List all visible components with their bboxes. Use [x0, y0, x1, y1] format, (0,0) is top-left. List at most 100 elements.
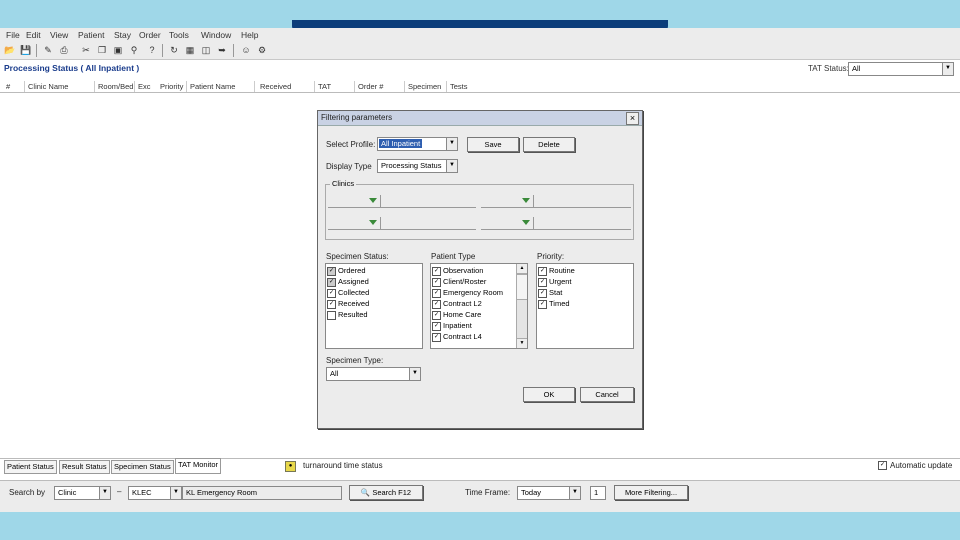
print-icon[interactable]: ⎙ [58, 44, 70, 56]
cut-icon[interactable]: ✂ [80, 44, 92, 56]
copy-icon[interactable]: ❐ [96, 44, 108, 56]
menu-patient[interactable]: Patient [78, 30, 104, 40]
list-item[interactable]: ✓ Home Care [432, 310, 481, 321]
checkbox[interactable]: ✓ [327, 277, 336, 287]
chevron-down-icon[interactable]: ▼ [942, 63, 953, 75]
column-exc[interactable]: Exc [138, 82, 151, 91]
clinic-combo-3[interactable] [328, 217, 476, 230]
user-icon[interactable]: ☺ [240, 44, 252, 56]
checkbox[interactable]: ✓ [432, 321, 441, 331]
tat-status-select[interactable]: All ▼ [848, 62, 954, 76]
filter-icon[interactable]: ◫ [200, 44, 212, 56]
checkbox[interactable]: ✓ [327, 299, 336, 309]
checkbox[interactable]: ✓ [432, 310, 441, 320]
chevron-down-icon[interactable]: ▼ [99, 487, 110, 499]
checkbox[interactable]: ✓ [432, 299, 441, 309]
save-icon[interactable]: 💾 [20, 44, 32, 56]
time-frame-select[interactable]: Today ▼ [517, 486, 581, 500]
column-room-bed[interactable]: Room/Bed [98, 82, 133, 91]
refresh-icon[interactable]: ↻ [168, 44, 180, 56]
column-clinic-name[interactable]: Clinic Name [28, 82, 68, 91]
checkbox[interactable]: ✓ [432, 288, 441, 298]
close-icon[interactable]: × [626, 112, 639, 125]
menu-stay[interactable]: Stay [114, 30, 131, 40]
list-item[interactable]: ✓ Routine [538, 266, 575, 277]
export-icon[interactable]: ➥ [216, 44, 228, 56]
list-item[interactable]: ✓ Client/Roster [432, 277, 486, 288]
checkbox[interactable]: ✓ [432, 277, 441, 287]
tab-tat-monitor[interactable]: TAT Monitor [175, 458, 222, 474]
chevron-down-icon[interactable]: ▼ [170, 487, 181, 499]
column-number[interactable]: # [6, 82, 10, 91]
clinic-combo-2[interactable] [481, 195, 631, 208]
clinic-code-select[interactable]: KLEC ▼ [128, 486, 182, 500]
clinic-combo-1[interactable] [328, 195, 476, 208]
save-profile-button[interactable]: Save [467, 137, 519, 152]
clinic-combo-4[interactable] [481, 217, 631, 230]
new-icon[interactable]: ✎ [42, 44, 54, 56]
menu-window[interactable]: Window [201, 30, 231, 40]
checkbox[interactable]: ✓ [538, 299, 547, 309]
checkbox[interactable]: ✓ [538, 266, 547, 276]
chevron-down-icon[interactable]: ▼ [409, 368, 420, 380]
chevron-down-icon[interactable]: ▼ [569, 487, 580, 499]
checkbox[interactable]: ✓ [432, 332, 441, 342]
list-item[interactable]: Resulted [327, 310, 368, 321]
column-received[interactable]: Received [260, 82, 291, 91]
column-specimen[interactable]: Specimen [408, 82, 441, 91]
scroll-down-icon[interactable]: ▼ [517, 338, 527, 348]
list-item[interactable]: ✓ Emergency Room [432, 288, 503, 299]
tab-patient-status[interactable]: Patient Status [4, 460, 57, 474]
checkbox[interactable]: ✓ [327, 288, 336, 298]
search-by-select[interactable]: Clinic ▼ [54, 486, 111, 500]
tab-specimen-status[interactable]: Specimen Status [111, 460, 174, 474]
menu-edit[interactable]: Edit [26, 30, 41, 40]
list-item[interactable]: ✓ Contract L2 [432, 299, 482, 310]
chevron-down-icon[interactable]: ▼ [446, 138, 457, 150]
list-item[interactable]: ✓ Observation [432, 266, 483, 277]
select-profile-combo[interactable]: All Inpatient ▼ [377, 137, 458, 151]
column-order-number[interactable]: Order # [358, 82, 383, 91]
display-type-combo[interactable]: Processing Status ▼ [377, 159, 458, 173]
list-item[interactable]: ✓ Received [327, 299, 369, 310]
menu-order[interactable]: Order [139, 30, 161, 40]
column-patient-name[interactable]: Patient Name [190, 82, 235, 91]
list-item[interactable]: ✓ Stat [538, 288, 562, 299]
list-item[interactable]: ✓ Urgent [538, 277, 572, 288]
tab-result-status[interactable]: Result Status [59, 460, 110, 474]
checkbox[interactable]: ✓ [538, 277, 547, 287]
find-icon[interactable]: ⚲ [128, 44, 140, 56]
list-item[interactable]: ✓ Collected [327, 288, 369, 299]
delete-profile-button[interactable]: Delete [523, 137, 575, 152]
list-item[interactable]: ✓ Inpatient [432, 321, 472, 332]
column-tests[interactable]: Tests [450, 82, 468, 91]
checkbox[interactable]: ✓ [327, 266, 336, 276]
cancel-button[interactable]: Cancel [580, 387, 634, 402]
column-tat[interactable]: TAT [318, 82, 331, 91]
search-button[interactable]: 🔍 Search F12 [349, 485, 423, 500]
specimen-type-select[interactable]: All ▼ [326, 367, 421, 381]
help-icon[interactable]: ? [146, 44, 158, 56]
menu-view[interactable]: View [50, 30, 68, 40]
checkbox[interactable] [327, 310, 336, 320]
automatic-update-checkbox[interactable]: ✓ [878, 461, 887, 470]
list-item[interactable]: ✓ Contract L4 [432, 332, 482, 343]
scroll-up-icon[interactable]: ▲ [517, 264, 527, 274]
patient-type-scrollbar[interactable]: ▲ ▼ [516, 264, 527, 348]
menu-file[interactable]: File [6, 30, 20, 40]
lock-icon[interactable]: ⚙ [256, 44, 268, 56]
list-item[interactable]: ✓ Timed [538, 299, 570, 310]
list-item[interactable]: ✓ Assigned [327, 277, 369, 288]
checkbox[interactable]: ✓ [538, 288, 547, 298]
menu-help[interactable]: Help [241, 30, 258, 40]
checkbox[interactable]: ✓ [432, 266, 441, 276]
column-priority[interactable]: Priority [160, 82, 183, 91]
chevron-down-icon[interactable]: ▼ [446, 160, 457, 172]
menu-tools[interactable]: Tools [169, 30, 189, 40]
paste-icon[interactable]: ▣ [112, 44, 124, 56]
ok-button[interactable]: OK [523, 387, 575, 402]
grid-icon[interactable]: ▦ [184, 44, 196, 56]
open-icon[interactable]: 📂 [4, 44, 16, 56]
list-item[interactable]: ✓ Ordered [327, 266, 366, 277]
scroll-thumb[interactable] [517, 274, 527, 300]
